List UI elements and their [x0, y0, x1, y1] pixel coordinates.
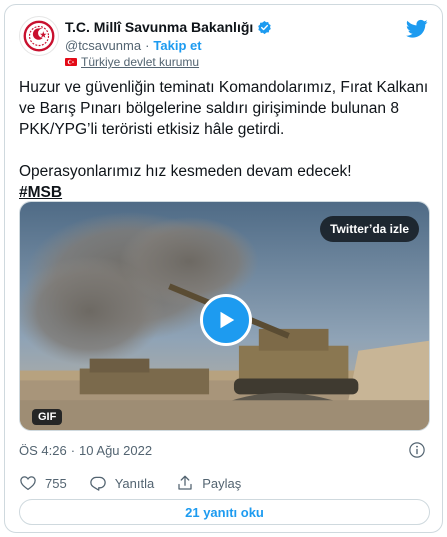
tweet-time: ÖS 4:26: [19, 443, 67, 458]
follow-button[interactable]: Takip et: [153, 38, 201, 53]
reply-label: Yanıtla: [114, 475, 155, 491]
share-icon: [178, 475, 192, 490]
reply-button[interactable]: Yanıtla: [89, 474, 155, 492]
watch-on-twitter-button[interactable]: Twitter’da izle: [320, 216, 419, 242]
tweet-date: 10 Ağu 2022: [79, 443, 153, 458]
twitter-logo-icon[interactable]: [406, 19, 428, 39]
author-name-row: T.C. Millî Savunma Bakanlığı: [65, 17, 272, 37]
tweet-text: Huzur ve güvenliğin teminatı Komandoları…: [19, 77, 434, 203]
tweet-actions: 755 Yanıtla Paylaş: [19, 474, 263, 492]
gif-badge: GIF: [32, 409, 63, 425]
government-label[interactable]: Türkiye devlet kurumu: [65, 55, 199, 69]
share-label: Paylaş: [202, 475, 242, 491]
tweet-paragraph: Huzur ve güvenliğin teminatı Komandoları…: [19, 79, 429, 138]
heart-icon: [20, 476, 36, 491]
info-icon[interactable]: [408, 441, 426, 459]
author-name[interactable]: T.C. Millî Savunma Bakanlığı: [65, 19, 253, 35]
handle-row: @tcsavunma · Takip et: [65, 38, 202, 53]
read-replies-button[interactable]: 21 yanıtı oku: [19, 499, 430, 525]
video-media[interactable]: Twitter’da izle GIF: [19, 201, 430, 431]
play-button[interactable]: [200, 294, 252, 346]
play-icon: [220, 311, 235, 329]
hashtag-link[interactable]: #MSB: [19, 184, 62, 201]
like-count: 755: [45, 475, 67, 491]
tweet-paragraph: Operasyonlarımız hız kesmeden devam edec…: [19, 163, 352, 180]
share-button[interactable]: Paylaş: [176, 474, 241, 492]
reply-icon: [89, 476, 106, 491]
avatar[interactable]: [19, 16, 59, 56]
tweet-card: T.C. Millî Savunma Bakanlığı @tcsavunma …: [4, 4, 443, 533]
flag-icon: [65, 58, 77, 66]
ministry-emblem-icon: [23, 20, 55, 52]
separator-dot: ·: [70, 443, 76, 458]
author-handle[interactable]: @tcsavunma: [65, 38, 141, 53]
like-button[interactable]: 755: [19, 474, 67, 492]
verified-badge-icon: [258, 20, 272, 34]
government-label-text: Türkiye devlet kurumu: [81, 55, 200, 69]
tweet-timestamp[interactable]: ÖS 4:26 · 10 Ağu 2022: [19, 443, 152, 458]
separator-dot: ·: [145, 38, 150, 53]
